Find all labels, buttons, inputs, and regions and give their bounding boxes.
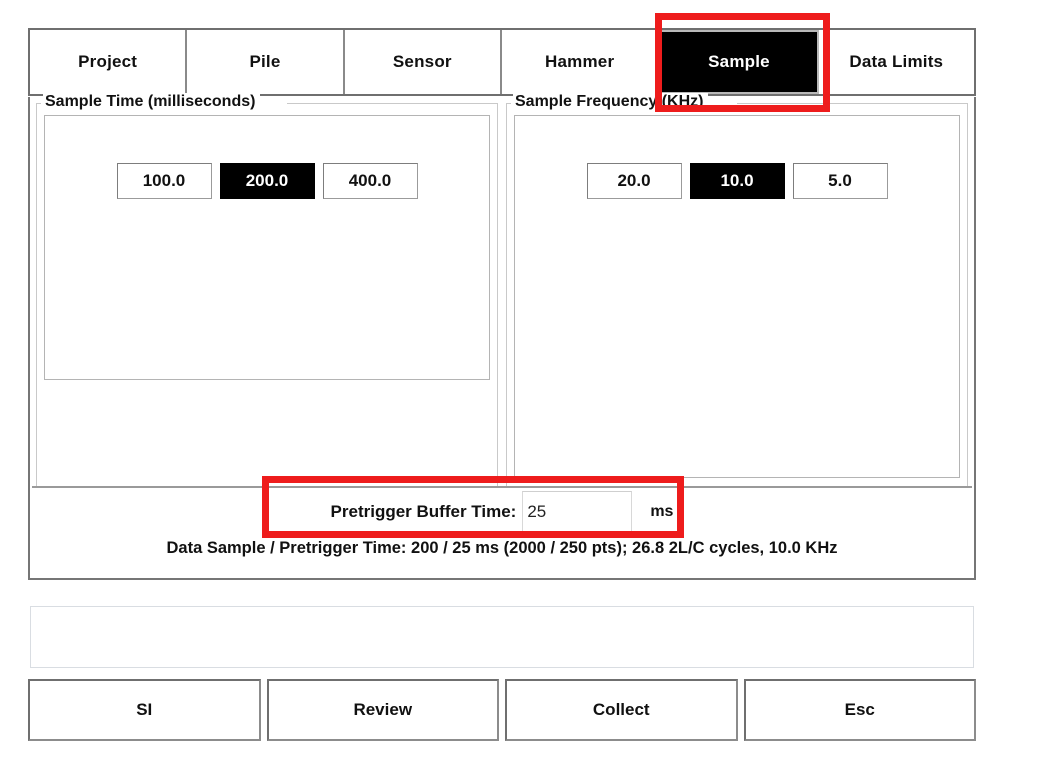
sample-time-option-100[interactable]: 100.0 (117, 163, 212, 199)
sample-time-inner-panel: 100.0 200.0 400.0 (44, 115, 490, 380)
sample-tab-panel: Sample Time (milliseconds) 100.0 200.0 4… (28, 97, 976, 580)
pretrigger-buffer-time-input[interactable] (522, 491, 632, 533)
sample-frequency-inner-panel: 20.0 10.0 5.0 (514, 115, 960, 478)
sample-frequency-option-10[interactable]: 10.0 (690, 163, 785, 199)
groupbox-top-border-right (737, 103, 967, 104)
groupbox-top-border-right (287, 103, 497, 104)
settings-groups: Sample Time (milliseconds) 100.0 200.0 4… (30, 97, 974, 488)
tab-sensor[interactable]: Sensor (345, 30, 502, 94)
sample-frequency-groupbox: Sample Frequency (KHz) 20.0 10.0 5.0 (506, 103, 968, 488)
groupbox-top-border-left (507, 103, 511, 104)
sample-time-legend: Sample Time (milliseconds) (43, 93, 260, 111)
sample-time-option-row: 100.0 200.0 400.0 (45, 163, 489, 199)
tab-label: Project (78, 52, 137, 72)
tab-data-limits[interactable]: Data Limits (819, 30, 974, 94)
sample-frequency-option-20[interactable]: 20.0 (587, 163, 682, 199)
pretrigger-buffer-time-label: Pretrigger Buffer Time: (331, 502, 517, 522)
sample-time-option-200[interactable]: 200.0 (220, 163, 315, 199)
sample-time-groupbox: Sample Time (milliseconds) 100.0 200.0 4… (36, 103, 498, 488)
sample-time-option-400[interactable]: 400.0 (323, 163, 418, 199)
tab-project[interactable]: Project (30, 30, 187, 94)
pretrigger-row: Pretrigger Buffer Time: ms (30, 488, 974, 536)
groupbox-top-border-left (37, 103, 41, 104)
collect-button[interactable]: Collect (505, 679, 738, 741)
sample-frequency-option-5[interactable]: 5.0 (793, 163, 888, 199)
data-sample-summary-text: Data Sample / Pretrigger Time: 200 / 25 … (30, 539, 974, 558)
si-units-button[interactable]: SI (28, 679, 261, 741)
message-box[interactable] (30, 606, 974, 668)
esc-button[interactable]: Esc (744, 679, 977, 741)
sample-frequency-legend: Sample Frequency (KHz) (513, 93, 708, 111)
bottom-button-bar: SI Review Collect Esc (28, 679, 976, 741)
tab-pile[interactable]: Pile (187, 30, 344, 94)
tab-sample[interactable]: Sample (659, 30, 818, 94)
tab-label: Sensor (393, 52, 452, 72)
tab-label: Sample (708, 52, 770, 72)
sample-settings-screen: Project Pile Sensor Hammer Sample Data L… (0, 0, 1037, 771)
pretrigger-unit-label: ms (650, 503, 673, 521)
tab-label: Data Limits (849, 52, 943, 72)
tab-hammer[interactable]: Hammer (502, 30, 659, 94)
tab-bar: Project Pile Sensor Hammer Sample Data L… (28, 28, 976, 96)
sample-frequency-option-row: 20.0 10.0 5.0 (515, 163, 959, 199)
tab-label: Hammer (545, 52, 614, 72)
tab-label: Pile (249, 52, 280, 72)
review-button[interactable]: Review (267, 679, 500, 741)
